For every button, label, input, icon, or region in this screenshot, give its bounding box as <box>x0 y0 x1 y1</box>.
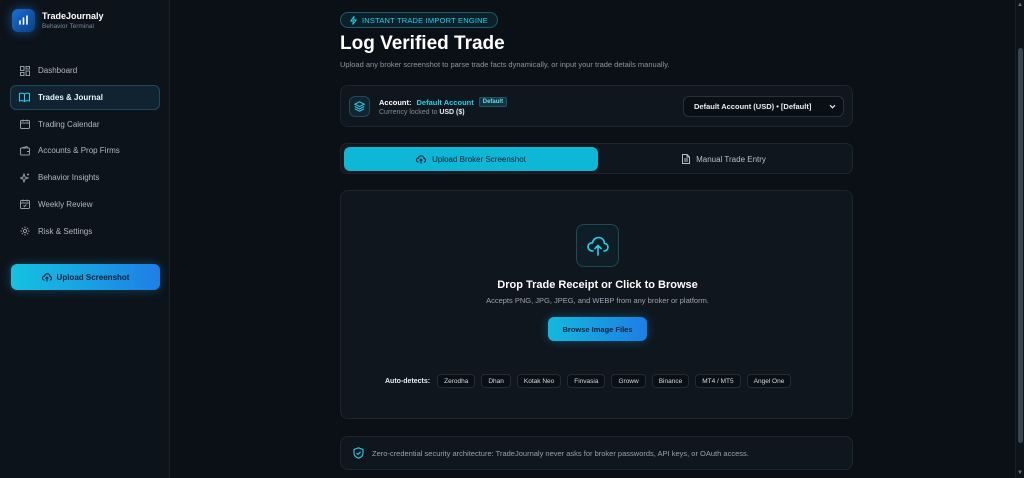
default-badge: Default <box>478 97 508 107</box>
security-text: Zero-credential security architecture: T… <box>372 448 749 458</box>
scroll-down-arrow-icon[interactable]: ▼ <box>1017 470 1023 476</box>
book-icon <box>19 92 30 103</box>
entry-mode-tabs: Upload Broker Screenshot Manual Trade En… <box>340 143 853 174</box>
sidebar-nav: Dashboard Trades & Journal Trading Calen… <box>10 58 160 246</box>
cloud-upload-icon <box>41 272 52 282</box>
page-subtitle: Upload any broker screenshot to parse tr… <box>340 60 670 69</box>
currency-line: Currency locked to USD ($) <box>379 109 465 116</box>
sidebar-item-label: Risk & Settings <box>38 226 93 236</box>
scrollbar-thumb[interactable] <box>1018 48 1023 443</box>
account-card: Account: Default Account Default Currenc… <box>340 85 853 127</box>
brand-subtitle: Behavior Terminal <box>42 22 94 30</box>
chevron-down-icon <box>828 102 837 111</box>
broker-chip: Kotak Neo <box>516 374 562 388</box>
tab-manual-trade-entry[interactable]: Manual Trade Entry <box>597 147 851 171</box>
auto-detect-row: Auto-detects: Zerodha Dhan Kotak Neo Fin… <box>385 374 797 388</box>
sidebar-item-label: Weekly Review <box>38 199 93 209</box>
account-select-value: Default Account (USD) • [Default] <box>694 102 812 111</box>
sidebar-item-label: Dashboard <box>38 66 78 75</box>
brand-logo-icon <box>12 9 35 32</box>
sidebar-upload-label: Upload Screenshot <box>56 272 130 282</box>
brand-name: TradeJournaly <box>42 10 104 21</box>
layers-icon <box>349 96 370 117</box>
account-select[interactable]: Default Account (USD) • [Default] <box>683 96 844 117</box>
document-icon <box>682 154 691 164</box>
currency-prefix: Currency locked to <box>379 109 438 116</box>
dropzone-title: Drop Trade Receipt or Click to Browse <box>497 279 698 291</box>
dropzone-subtitle: Accepts PNG, JPG, JPEG, and WEBP from an… <box>486 296 709 305</box>
sidebar-item-label: Trading Calendar <box>38 119 100 129</box>
broker-chip: Groww <box>611 374 646 388</box>
calendar-check-icon <box>19 199 30 210</box>
calendar-icon <box>19 119 30 130</box>
sidebar: TradeJournaly Behavior Terminal Dashboar… <box>0 0 170 478</box>
broker-chip: Dhan <box>481 374 511 388</box>
broker-chip: Binance <box>651 374 690 388</box>
sparkle-icon <box>19 172 30 183</box>
tab-label: Manual Trade Entry <box>696 154 766 164</box>
scrollbar[interactable]: ▲ ▼ <box>1015 0 1024 478</box>
brand[interactable]: TradeJournaly Behavior Terminal <box>12 9 104 32</box>
cloud-upload-icon <box>416 154 427 164</box>
scroll-up-arrow-icon[interactable]: ▲ <box>1017 2 1023 8</box>
broker-chip: Finvasia <box>567 374 606 388</box>
account-label: Account: <box>379 97 412 107</box>
sidebar-item-label: Behavior Insights <box>38 173 100 183</box>
sidebar-item-accounts-prop-firms[interactable]: Accounts & Prop Firms <box>10 138 160 163</box>
sidebar-upload-button[interactable]: Upload Screenshot <box>11 264 160 290</box>
broker-chip: Zerodha <box>437 374 476 388</box>
sidebar-item-weekly-review[interactable]: Weekly Review <box>10 192 160 217</box>
sidebar-item-label: Trades & Journal <box>38 92 103 102</box>
sidebar-item-trades-journal[interactable]: Trades & Journal <box>10 84 160 110</box>
sidebar-item-trading-calendar[interactable]: Trading Calendar <box>10 112 160 137</box>
currency-value: USD ($) <box>439 109 465 116</box>
account-name: Default Account <box>416 97 474 107</box>
sidebar-item-behavior-insights[interactable]: Behavior Insights <box>10 165 160 190</box>
browse-image-files-button[interactable]: Browse Image Files <box>548 317 647 341</box>
import-engine-pill: INSTANT TRADE IMPORT ENGINE <box>340 12 498 28</box>
gear-icon <box>19 226 30 237</box>
broker-chip: Angel One <box>746 374 792 388</box>
import-engine-pill-label: INSTANT TRADE IMPORT ENGINE <box>362 15 488 25</box>
sidebar-item-dashboard[interactable]: Dashboard <box>10 58 160 83</box>
security-notice: Zero-credential security architecture: T… <box>340 436 853 470</box>
auto-detect-label: Auto-detects: <box>385 377 431 385</box>
wallet-icon <box>19 145 30 156</box>
lightning-icon <box>350 15 357 25</box>
upload-dropzone[interactable]: Drop Trade Receipt or Click to Browse Ac… <box>340 190 853 419</box>
cloud-upload-icon <box>576 224 619 267</box>
sidebar-item-label: Accounts & Prop Firms <box>38 146 120 156</box>
broker-chip: MT4 / MT5 <box>695 374 741 388</box>
tab-upload-broker-screenshot[interactable]: Upload Broker Screenshot <box>344 147 598 171</box>
tab-label: Upload Broker Screenshot <box>432 154 526 164</box>
shield-check-icon <box>353 447 364 459</box>
page-title: Log Verified Trade <box>340 33 505 54</box>
dashboard-icon <box>19 65 30 76</box>
sidebar-item-risk-settings[interactable]: Risk & Settings <box>10 219 160 244</box>
